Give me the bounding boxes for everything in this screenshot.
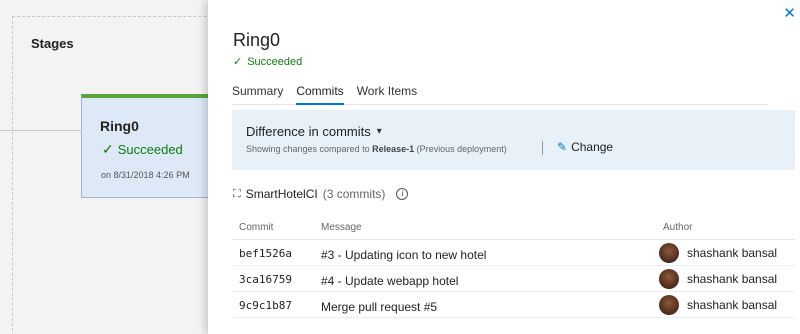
divider: [542, 141, 543, 155]
avatar: [659, 295, 679, 315]
chevron-down-icon: ▾: [376, 126, 382, 137]
avatar: [659, 269, 679, 289]
commit-hash[interactable]: bef1526a: [239, 247, 292, 260]
diff-title: Difference in commits: [246, 124, 371, 139]
panel-status: ✓ Succeeded: [233, 55, 303, 69]
diff-subtitle: Showing changes compared to Release-1 (P…: [246, 144, 507, 154]
column-header-author: Author: [663, 222, 693, 233]
repo-header: ⛶ SmartHotelCI (3 commits) i: [233, 187, 409, 201]
repo-icon: ⛶: [233, 187, 241, 200]
table-row[interactable]: 9c9c1b87 Merge pull request #5 shashank …: [233, 292, 795, 318]
tab-bar: Summary Commits Work Items: [232, 84, 768, 105]
commit-hash[interactable]: 9c9c1b87: [239, 299, 292, 312]
tab-commits[interactable]: Commits: [296, 84, 344, 105]
stage-card-ring0[interactable]: Ring0 ✓ Succeeded on 8/31/2018 4:26 PM: [81, 94, 221, 198]
avatar: [659, 243, 679, 263]
commit-count: (3 commits): [322, 187, 386, 201]
diff-release: Release-1: [372, 144, 415, 154]
commit-hash[interactable]: 3ca16759: [239, 273, 292, 286]
stages-title: Stages: [31, 36, 74, 51]
author-name: shashank bansal: [687, 298, 778, 312]
table-header: Commit Message Author: [233, 216, 795, 240]
commit-message: #3 - Updating icon to new hotel: [321, 248, 487, 262]
change-button[interactable]: ✎ Change: [557, 140, 613, 154]
author-name: shashank bansal: [687, 272, 778, 286]
diff-dropdown[interactable]: Difference in commits ▾: [246, 124, 382, 139]
commit-message: Merge pull request #5: [321, 300, 438, 314]
tab-summary[interactable]: Summary: [232, 84, 283, 105]
close-icon[interactable]: ✕: [783, 4, 796, 22]
repo-name: SmartHotelCI: [245, 187, 318, 201]
stage-status: ✓ Succeeded: [102, 141, 183, 158]
author-name: shashank bansal: [687, 246, 778, 260]
commit-author: shashank bansal: [659, 295, 777, 315]
pencil-icon: ✎: [557, 140, 568, 154]
check-icon: ✓: [102, 141, 114, 157]
panel-title: Ring0: [233, 30, 281, 50]
table-row[interactable]: 3ca16759 #4 - Update webapp hotel shasha…: [233, 266, 795, 292]
stage-date: on 8/31/2018 4:26 PM: [101, 170, 190, 180]
info-icon[interactable]: i: [396, 188, 409, 200]
commit-message: #4 - Update webapp hotel: [321, 274, 459, 288]
column-header-commit: Commit: [239, 222, 274, 233]
table-row[interactable]: bef1526a #3 - Updating icon to new hotel…: [233, 240, 795, 266]
panel-status-label: Succeeded: [247, 55, 303, 68]
stage-status-label: Succeeded: [117, 142, 183, 157]
column-header-message: Message: [321, 222, 362, 233]
details-panel: ✕ Ring0 ✓ Succeeded Summary Commits Work…: [208, 0, 800, 334]
diff-sub-prefix: Showing changes compared to: [246, 144, 370, 154]
commit-author: shashank bansal: [659, 269, 777, 289]
tab-work-items[interactable]: Work Items: [357, 84, 417, 105]
stage-name: Ring0: [100, 118, 139, 134]
commit-author: shashank bansal: [659, 243, 777, 263]
change-label: Change: [571, 140, 614, 154]
commit-diff-box: Difference in commits ▾ Showing changes …: [232, 110, 795, 170]
commits-table: Commit Message Author bef1526a #3 - Upda…: [233, 216, 795, 318]
connector-line: [0, 130, 82, 131]
check-icon: ✓: [233, 56, 243, 68]
diff-sub-suffix: (Previous deployment): [416, 144, 507, 154]
